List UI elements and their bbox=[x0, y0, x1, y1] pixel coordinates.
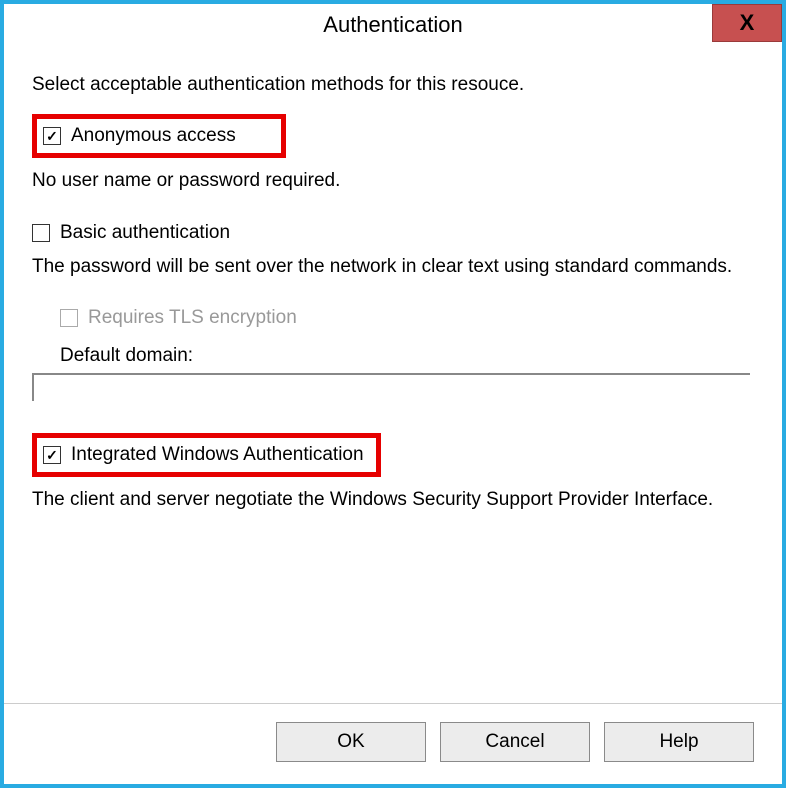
integrated-description: The client and server negotiate the Wind… bbox=[32, 487, 754, 513]
anonymous-label: Anonymous access bbox=[71, 125, 236, 147]
window-title: Authentication bbox=[323, 12, 462, 38]
button-bar: OK Cancel Help bbox=[4, 703, 782, 784]
close-icon: X bbox=[740, 12, 755, 34]
tls-label: Requires TLS encryption bbox=[88, 307, 297, 329]
checkmark-icon: ✓ bbox=[46, 448, 58, 462]
close-button[interactable]: X bbox=[712, 4, 782, 42]
client-area: Select acceptable authentication methods… bbox=[4, 46, 782, 784]
highlight-integrated: ✓ Integrated Windows Authentication bbox=[32, 433, 381, 477]
anonymous-description: No user name or password required. bbox=[32, 168, 754, 194]
titlebar: Authentication X bbox=[4, 4, 782, 46]
integrated-checkbox[interactable]: ✓ bbox=[43, 446, 61, 464]
help-button[interactable]: Help bbox=[604, 722, 754, 762]
tls-row: Requires TLS encryption bbox=[60, 307, 754, 329]
basic-checkbox[interactable] bbox=[32, 224, 50, 242]
anonymous-checkbox[interactable]: ✓ bbox=[43, 127, 61, 145]
dialog-window: Authentication X Select acceptable authe… bbox=[0, 0, 786, 788]
highlight-anonymous: ✓ Anonymous access bbox=[32, 114, 286, 158]
ok-button[interactable]: OK bbox=[276, 722, 426, 762]
default-domain-label: Default domain: bbox=[60, 345, 754, 367]
cancel-button[interactable]: Cancel bbox=[440, 722, 590, 762]
default-domain-input[interactable] bbox=[32, 373, 750, 401]
basic-row: Basic authentication bbox=[32, 222, 754, 244]
tls-checkbox bbox=[60, 309, 78, 327]
checkmark-icon: ✓ bbox=[46, 129, 58, 143]
integrated-label: Integrated Windows Authentication bbox=[71, 444, 364, 466]
basic-description: The password will be sent over the netwo… bbox=[32, 254, 754, 280]
instruction-text: Select acceptable authentication methods… bbox=[32, 74, 754, 96]
basic-label: Basic authentication bbox=[60, 222, 230, 244]
